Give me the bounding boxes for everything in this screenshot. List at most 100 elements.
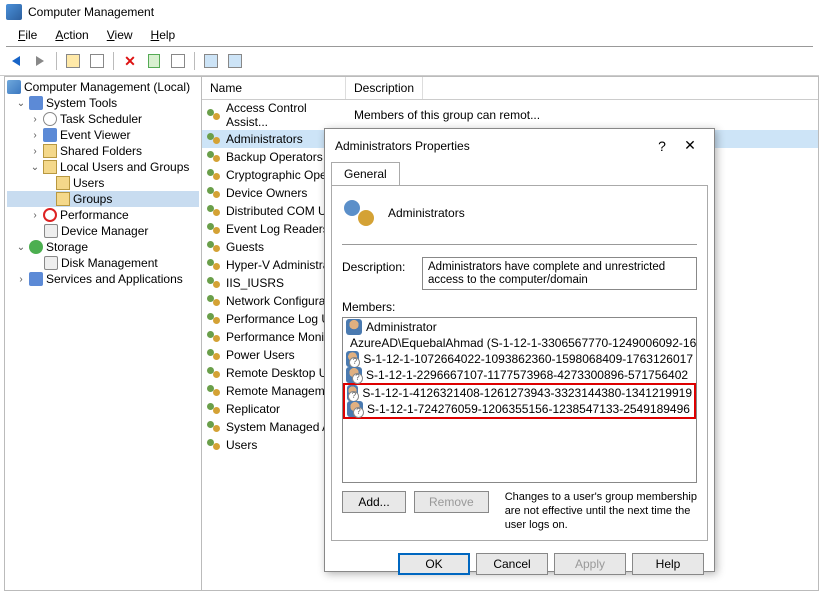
menu-action[interactable]: Action <box>47 26 96 44</box>
tools-icon <box>29 96 43 110</box>
member-item[interactable]: S-1-12-1-4126321408-1261273943-332314438… <box>345 385 694 401</box>
ok-button[interactable]: OK <box>398 553 470 575</box>
member-item[interactable]: S-1-12-1-724276059-1206355156-1238547133… <box>345 401 694 417</box>
tab-general[interactable]: General <box>331 162 400 185</box>
dialog-titlebar[interactable]: Administrators Properties ? ✕ <box>325 129 714 162</box>
list-row[interactable]: Access Control Assist...Members of this … <box>202 100 818 130</box>
up-button[interactable] <box>63 51 83 71</box>
chevron-down-icon[interactable]: ⌄ <box>30 162 40 173</box>
tree-system-tools[interactable]: ⌄ System Tools <box>7 95 199 111</box>
remove-button[interactable]: Remove <box>414 491 489 513</box>
group-icon <box>206 203 222 219</box>
tree-root[interactable]: Computer Management (Local) <box>7 79 199 95</box>
window-icon <box>228 54 242 68</box>
column-headers[interactable]: Name Description <box>202 77 818 100</box>
group-icon <box>206 167 222 183</box>
chevron-right-icon[interactable]: › <box>30 114 40 125</box>
member-item[interactable]: S-1-12-1-1072664022-1093862360-159806840… <box>344 351 695 367</box>
clock-icon <box>43 112 57 126</box>
chevron-down-icon[interactable]: ⌄ <box>16 242 26 253</box>
folder-up-icon <box>66 54 80 68</box>
chevron-right-icon[interactable]: › <box>30 130 40 141</box>
tree-label: Groups <box>73 192 112 206</box>
delete-button[interactable]: ✕ <box>120 51 140 71</box>
tree-label: Computer Management (Local) <box>24 80 190 94</box>
member-item[interactable]: AzureAD\EquebalAhmad (S-1-12-1-330656777… <box>344 335 695 351</box>
group-icon <box>206 107 222 123</box>
user-icon <box>346 319 362 335</box>
back-button[interactable] <box>6 51 26 71</box>
arrow-left-icon <box>12 56 20 66</box>
properties-icon <box>90 54 104 68</box>
menu-help[interactable]: Help <box>143 26 184 44</box>
chevron-right-icon[interactable]: › <box>16 274 26 285</box>
member-name: S-1-12-1-1072664022-1093862360-159806840… <box>363 352 693 366</box>
dialog-close-button[interactable]: ✕ <box>676 137 704 154</box>
tree-performance[interactable]: ›Performance <box>7 207 199 223</box>
folder-icon <box>56 176 70 190</box>
tree-groups[interactable]: Groups <box>7 191 199 207</box>
col-description[interactable]: Description <box>346 77 423 99</box>
group-icon <box>206 275 222 291</box>
tree-device-manager[interactable]: Device Manager <box>7 223 199 239</box>
tree-disk-management[interactable]: Disk Management <box>7 255 199 271</box>
col-name[interactable]: Name <box>202 77 346 99</box>
refresh-icon <box>148 54 160 68</box>
group-icon <box>206 329 222 345</box>
dialog-buttons: OK Cancel Apply Help <box>325 547 714 581</box>
group-icon <box>206 221 222 237</box>
help-button[interactable]: Help <box>632 553 704 575</box>
tree-users[interactable]: Users <box>7 175 199 191</box>
group-icon <box>342 196 376 230</box>
tree-pane[interactable]: Computer Management (Local) ⌄ System Tool… <box>4 76 202 591</box>
tree-label: Services and Applications <box>46 272 183 286</box>
extra-button[interactable] <box>225 51 245 71</box>
group-icon <box>206 293 222 309</box>
chevron-down-icon[interactable]: ⌄ <box>16 98 26 109</box>
tree-event-viewer[interactable]: › Event Viewer <box>7 127 199 143</box>
menu-view[interactable]: View <box>99 26 141 44</box>
export-icon <box>171 54 185 68</box>
storage-icon <box>29 240 43 254</box>
menu-file[interactable]: File <box>10 26 45 44</box>
members-label: Members: <box>342 300 697 314</box>
delete-icon: ✕ <box>124 53 136 70</box>
forward-button[interactable] <box>30 51 50 71</box>
description-input[interactable]: Administrators have complete and unrestr… <box>422 257 697 290</box>
tree-storage[interactable]: ⌄Storage <box>7 239 199 255</box>
user-icon <box>346 351 359 367</box>
cancel-button[interactable]: Cancel <box>476 553 548 575</box>
dialog-help-button[interactable]: ? <box>648 138 676 154</box>
row-desc: Members of this group can remot... <box>354 108 540 122</box>
tree-shared-folders[interactable]: ›Shared Folders <box>7 143 199 159</box>
member-item[interactable]: Administrator <box>344 319 695 335</box>
separator <box>194 52 195 70</box>
add-button[interactable]: Add... <box>342 491 406 513</box>
description-field: Description: Administrators have complet… <box>342 257 697 290</box>
group-icon <box>206 257 222 273</box>
device-icon <box>44 224 58 238</box>
toolbar: ✕ <box>0 47 819 76</box>
group-header: Administrators <box>342 196 697 245</box>
members-list[interactable]: AdministratorAzureAD\EquebalAhmad (S-1-1… <box>342 317 697 483</box>
properties-button[interactable] <box>87 51 107 71</box>
chevron-right-icon[interactable]: › <box>30 210 40 221</box>
tree-label: System Tools <box>46 96 117 110</box>
group-icon <box>206 239 222 255</box>
titlebar: Computer Management <box>0 0 819 24</box>
help-button[interactable] <box>201 51 221 71</box>
tree-label: Event Viewer <box>60 128 130 142</box>
tree-services-apps[interactable]: › Services and Applications <box>7 271 199 287</box>
separator <box>56 52 57 70</box>
tree-task-scheduler[interactable]: ›Task Scheduler <box>7 111 199 127</box>
tree-local-users[interactable]: ⌄Local Users and Groups <box>7 159 199 175</box>
apply-button[interactable]: Apply <box>554 553 626 575</box>
chevron-right-icon[interactable]: › <box>30 146 40 157</box>
group-icon <box>206 419 222 435</box>
member-name: Administrator <box>366 320 437 334</box>
membership-note: Changes to a user's group membership are… <box>497 491 697 532</box>
export-button[interactable] <box>168 51 188 71</box>
group-icon <box>206 311 222 327</box>
refresh-button[interactable] <box>144 51 164 71</box>
member-item[interactable]: S-1-12-1-2296667107-1177573968-427330089… <box>344 367 695 383</box>
